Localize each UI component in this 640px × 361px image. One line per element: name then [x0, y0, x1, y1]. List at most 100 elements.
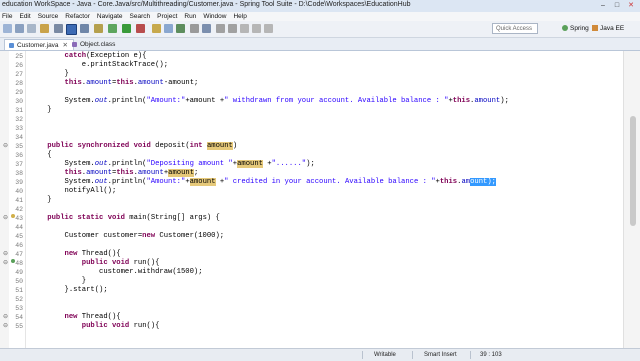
code-line[interactable]: 29	[0, 88, 624, 97]
code-line[interactable]: 51 }.start();	[0, 286, 624, 295]
code-line[interactable]: ⊖ 55 public void run(){	[0, 322, 624, 331]
fold-toggle-icon[interactable]: ⊖	[3, 215, 8, 221]
code-line[interactable]: 50 }	[0, 277, 624, 286]
open-type-icon[interactable]	[190, 24, 199, 33]
forward-icon[interactable]	[264, 24, 273, 33]
skip-breakpoints-icon[interactable]	[80, 24, 89, 33]
code-line[interactable]: ⊖ 47 new Thread(){	[0, 250, 624, 259]
code-line[interactable]: 42	[0, 205, 624, 214]
code-line[interactable]: 45 Customer customer=new Customer(1000);	[0, 232, 624, 241]
code-line[interactable]: ⊖ 35 public synchronized void deposit(int…	[0, 142, 624, 151]
search-icon[interactable]	[202, 24, 211, 33]
code-text[interactable]: public void run(){	[30, 322, 160, 331]
code-line[interactable]: ⊖ 54 new Thread(){	[0, 313, 624, 322]
print-icon[interactable]	[40, 24, 49, 33]
code-line[interactable]: 40 notifyAll();	[0, 187, 624, 196]
code-line[interactable]: 38 this.amount=this.amount+amount;	[0, 169, 624, 178]
previous-annotation-icon[interactable]	[228, 24, 237, 33]
fold-toggle-icon[interactable]: ⊖	[3, 143, 8, 149]
code-line[interactable]: 27 }	[0, 70, 624, 79]
code-text[interactable]: this.amount=this.amount-amount;	[30, 79, 199, 88]
tab-customer-java[interactable]: Customer.java ✕	[4, 39, 74, 50]
code-text[interactable]: System.out.println("Amount:"+amount +" w…	[30, 97, 509, 106]
tab-object-class[interactable]: Object.class	[68, 39, 120, 50]
code-text[interactable]: }	[30, 196, 51, 205]
quick-access-input[interactable]: Quick Access	[492, 23, 538, 34]
menu-project[interactable]: Project	[157, 12, 177, 21]
new-package-icon[interactable]	[164, 24, 173, 33]
close-window-button[interactable]: ✕	[626, 1, 636, 10]
toggle-mark-icon[interactable]	[54, 24, 63, 33]
new-class-icon[interactable]	[176, 24, 185, 33]
run-icon[interactable]	[122, 24, 131, 33]
code-text[interactable]: System.out.println("Amount:"+amount +" c…	[30, 178, 496, 187]
code-text[interactable]: }.start();	[30, 286, 108, 295]
fold-toggle-icon[interactable]: ⊖	[3, 251, 8, 257]
code-line[interactable]: ⊖ 48 public void run(){	[0, 259, 624, 268]
minimize-button[interactable]: –	[598, 1, 608, 10]
code-line[interactable]: 30 System.out.println("Amount:"+amount +…	[0, 97, 624, 106]
menu-search[interactable]: Search	[130, 12, 151, 21]
code-line[interactable]: 41 }	[0, 196, 624, 205]
code-line[interactable]: 31 }	[0, 106, 624, 115]
code-text[interactable]: Customer customer=new Customer(1000);	[30, 232, 225, 241]
code-line[interactable]: 28 this.amount=this.amount-amount;	[0, 79, 624, 88]
save-icon[interactable]	[15, 24, 24, 33]
menu-refactor[interactable]: Refactor	[65, 12, 90, 21]
block-selection-icon[interactable]	[66, 24, 77, 35]
code-text[interactable]: notifyAll();	[30, 187, 117, 196]
code-line[interactable]: 52	[0, 295, 624, 304]
fold-toggle-icon[interactable]: ⊖	[3, 314, 8, 320]
code-text[interactable]: catch(Exception e){	[30, 52, 147, 61]
code-line[interactable]: 49 customer.withdraw(1500);	[0, 268, 624, 277]
code-line[interactable]: 25 catch(Exception e){	[0, 52, 624, 61]
fold-toggle-icon[interactable]: ⊖	[3, 323, 8, 329]
menu-file[interactable]: File	[2, 12, 12, 21]
fold-toggle-icon[interactable]: ⊖	[3, 260, 8, 266]
next-annotation-icon[interactable]	[216, 24, 225, 33]
code-line[interactable]: 46	[0, 241, 624, 250]
external-tools-icon[interactable]	[136, 24, 145, 33]
code-line[interactable]: 44	[0, 223, 624, 232]
maximize-button[interactable]: □	[612, 1, 622, 10]
last-edit-icon[interactable]	[240, 24, 249, 33]
code-editor[interactable]: 25 catch(Exception e){26 e.printStackTra…	[0, 51, 640, 348]
code-text[interactable]: }	[30, 70, 69, 79]
code-line[interactable]: 26 e.printStackTrace();	[0, 61, 624, 70]
save-all-icon[interactable]	[27, 24, 36, 33]
code-text[interactable]: new Thread(){	[30, 313, 121, 322]
code-text[interactable]: {	[30, 151, 51, 160]
code-text[interactable]: System.out.println("Depositing amount "+…	[30, 160, 315, 169]
code-text[interactable]: customer.withdraw(1500);	[30, 268, 203, 277]
code-line[interactable]: 39 System.out.println("Amount:"+amount +…	[0, 178, 624, 187]
code-line[interactable]: ⊖ 43 public static void main(String[] arg…	[0, 214, 624, 223]
menu-navigate[interactable]: Navigate	[97, 12, 123, 21]
back-icon[interactable]	[252, 24, 261, 33]
menu-source[interactable]: Source	[38, 12, 59, 21]
new-icon[interactable]	[3, 24, 12, 33]
spring-boot-icon[interactable]	[94, 24, 103, 33]
menu-help[interactable]: Help	[233, 12, 246, 21]
code-line[interactable]: 53	[0, 304, 624, 313]
code-line[interactable]: 37 System.out.println("Depositing amount…	[0, 160, 624, 169]
vertical-scrollbar[interactable]	[630, 116, 636, 226]
perspective-java-ee[interactable]: Java EE	[592, 24, 624, 33]
code-text[interactable]: }	[30, 277, 86, 286]
code-text[interactable]: }	[30, 106, 51, 115]
menu-window[interactable]: Window	[203, 12, 226, 21]
code-line[interactable]: 34	[0, 133, 624, 142]
code-text[interactable]: public static void main(String[] args) {	[30, 214, 220, 223]
code-text[interactable]: public synchronized void deposit(int amo…	[30, 142, 237, 151]
perspective-spring[interactable]: Spring	[562, 24, 589, 33]
code-text[interactable]: public void run(){	[30, 259, 160, 268]
code-line[interactable]: 36 {	[0, 151, 624, 160]
code-line[interactable]: 33	[0, 124, 624, 133]
menu-run[interactable]: Run	[184, 12, 196, 21]
debug-icon[interactable]	[108, 24, 117, 33]
new-java-project-icon[interactable]	[152, 24, 161, 33]
code-line[interactable]: 32	[0, 115, 624, 124]
code-text[interactable]: this.amount=this.amount+amount;	[30, 169, 198, 178]
code-text[interactable]: e.printStackTrace();	[30, 61, 168, 70]
code-text[interactable]: new Thread(){	[30, 250, 121, 259]
menu-edit[interactable]: Edit	[19, 12, 30, 21]
